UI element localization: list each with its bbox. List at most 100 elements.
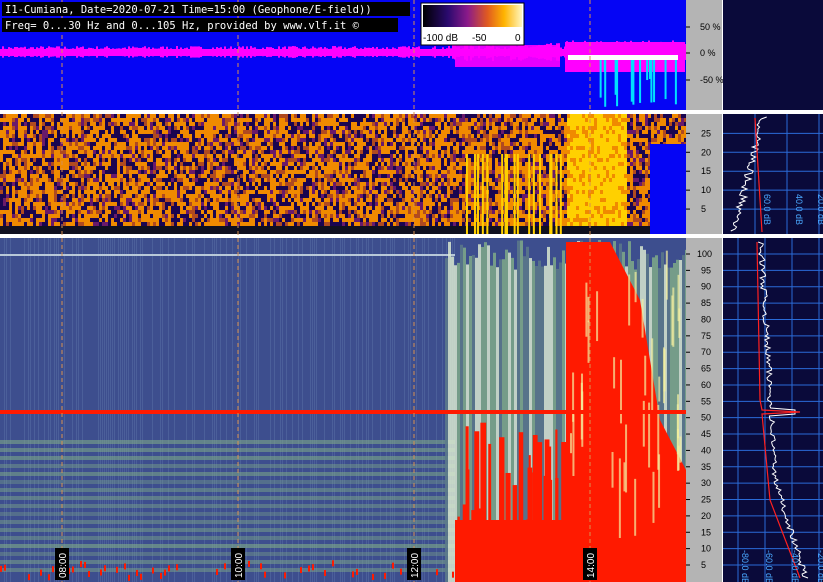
- upper-spectrogram-cell: [492, 202, 495, 206]
- upper-spectrogram-cell: [372, 138, 375, 142]
- top-strip-bar: [18, 47, 20, 57]
- upper-spectrogram-cell: [618, 214, 621, 218]
- upper-spectrogram-cell: [636, 158, 639, 162]
- upper-spectrogram-cell: [216, 214, 219, 218]
- upper-spectrogram-cell: [81, 162, 84, 166]
- upper-spectrogram-cell: [432, 170, 435, 174]
- upper-spectrogram-cell: [258, 170, 261, 174]
- upper-spectrogram-cell: [321, 118, 324, 122]
- upper-spectrogram-cell: [165, 214, 168, 218]
- upper-spectrogram-cell: [201, 194, 204, 198]
- upper-spectrogram-cell: [72, 166, 75, 170]
- upper-spectrogram-cell: [570, 214, 573, 218]
- upper-spectrogram-cell: [417, 206, 420, 210]
- upper-spectrogram-cell: [426, 162, 429, 166]
- upper-spectrogram-cell: [33, 202, 36, 206]
- upper-spectrogram-cell: [471, 174, 474, 178]
- upper-spectrogram-cell: [231, 114, 234, 118]
- upper-spectrogram-cell: [567, 146, 570, 150]
- upper-spectrogram-cell: [129, 198, 132, 202]
- upper-spectrogram-cell: [123, 134, 126, 138]
- upper-spectrogram-cell: [168, 210, 171, 214]
- upper-spectrogram-cell: [570, 114, 573, 118]
- upper-spectrogram-cell: [594, 206, 597, 210]
- upper-spectrogram-cell: [438, 174, 441, 178]
- upper-spectrogram-cell: [351, 126, 354, 130]
- upper-spectrogram-cell: [561, 130, 564, 134]
- upper-spectrogram-cell: [261, 154, 264, 158]
- upper-spectrogram-cell: [12, 198, 15, 202]
- upper-spectrogram-cell: [255, 174, 258, 178]
- upper-spectrogram-cell: [156, 182, 159, 186]
- upper-spectrogram-cell: [18, 162, 21, 166]
- upper-spectrogram-cell: [264, 118, 267, 122]
- upper-spectrogram-cell: [42, 174, 45, 178]
- upper-spectrogram-cell: [351, 166, 354, 170]
- upper-spectrogram-cell: [219, 210, 222, 214]
- upper-spectrogram-cell: [498, 186, 501, 190]
- upper-spectrogram-cell: [573, 170, 576, 174]
- upper-spectrogram-cell: [597, 134, 600, 138]
- upper-spectrogram-cell: [153, 194, 156, 198]
- upper-spectrogram-cell: [273, 162, 276, 166]
- upper-spectrogram-cell: [327, 142, 330, 146]
- upper-spectrogram-cell: [435, 138, 438, 142]
- upper-spectrogram-cell: [291, 222, 294, 226]
- upper-spectrogram-cell: [387, 198, 390, 202]
- upper-spectrogram-cell: [372, 210, 375, 214]
- upper-spectrogram-cell: [333, 138, 336, 142]
- upper-spectrogram-cell: [645, 202, 648, 206]
- upper-spectrogram-cell: [267, 218, 270, 222]
- top-strip-bar: [440, 49, 442, 55]
- upper-spectrogram-cell: [114, 214, 117, 218]
- upper-spectrogram-cell: [216, 186, 219, 190]
- upper-spectrogram-cell: [489, 214, 492, 218]
- upper-spectrogram-cell: [489, 182, 492, 186]
- upper-spectrogram-cell: [639, 114, 642, 118]
- upper-spectrogram-cell: [153, 198, 156, 202]
- top-strip-bar: [86, 48, 88, 56]
- upper-spectrogram-cell: [303, 162, 306, 166]
- upper-spectrogram-cell: [240, 114, 243, 118]
- upper-spectrogram-cell: [468, 182, 471, 186]
- upper-spectrogram-cell: [27, 182, 30, 186]
- upper-spectrogram-cell: [639, 126, 642, 130]
- upper-spectrogram-cell: [204, 122, 207, 126]
- upper-spectrogram-cell: [270, 186, 273, 190]
- upper-spectrogram-cell: [462, 174, 465, 178]
- upper-spectrogram-cell: [333, 122, 336, 126]
- upper-spectrogram-cell: [30, 218, 33, 222]
- upper-spectrogram-cell: [93, 158, 96, 162]
- upper-spectrogram-cell: [264, 162, 267, 166]
- upper-spectrogram-cell: [603, 114, 606, 118]
- upper-spectrogram-cell: [330, 178, 333, 182]
- top-strip-bar: [288, 46, 290, 58]
- upper-spectrogram-cell: [585, 170, 588, 174]
- upper-spectrogram-cell: [48, 126, 51, 130]
- top-strip-bar: [218, 48, 220, 56]
- upper-spectrogram-cell: [627, 186, 630, 190]
- upper-spectrogram-cell: [519, 138, 522, 142]
- upper-spectrogram-cell: [165, 198, 168, 202]
- upper-spectrogram-cell: [285, 190, 288, 194]
- upper-spectrogram-cell: [36, 126, 39, 130]
- upper-spectrogram-cell: [627, 202, 630, 206]
- upper-spectrogram-cell: [378, 114, 381, 118]
- upper-spectrogram-cell: [279, 142, 282, 146]
- upper-spectrogram-cell: [510, 118, 513, 122]
- upper-spectrogram-cell: [438, 118, 441, 122]
- upper-spectrogram-cell: [462, 218, 465, 222]
- upper-spectrogram-cell: [543, 174, 546, 178]
- upper-spectrogram-cell: [222, 138, 225, 142]
- upper-spectrogram-cell: [393, 122, 396, 126]
- upper-spectrogram-cell: [495, 114, 498, 118]
- upper-spectrogram-cell: [252, 142, 255, 146]
- upper-spectrogram-cell: [441, 170, 444, 174]
- top-strip-bar: [258, 49, 260, 55]
- upper-spectrogram-cell: [207, 150, 210, 154]
- upper-spectrogram-cell: [576, 218, 579, 222]
- upper-spectrogram-cell: [156, 174, 159, 178]
- upper-spectrogram-cell: [591, 126, 594, 130]
- upper-spectrogram-cell: [78, 170, 81, 174]
- upper-spectrogram-cell: [63, 162, 66, 166]
